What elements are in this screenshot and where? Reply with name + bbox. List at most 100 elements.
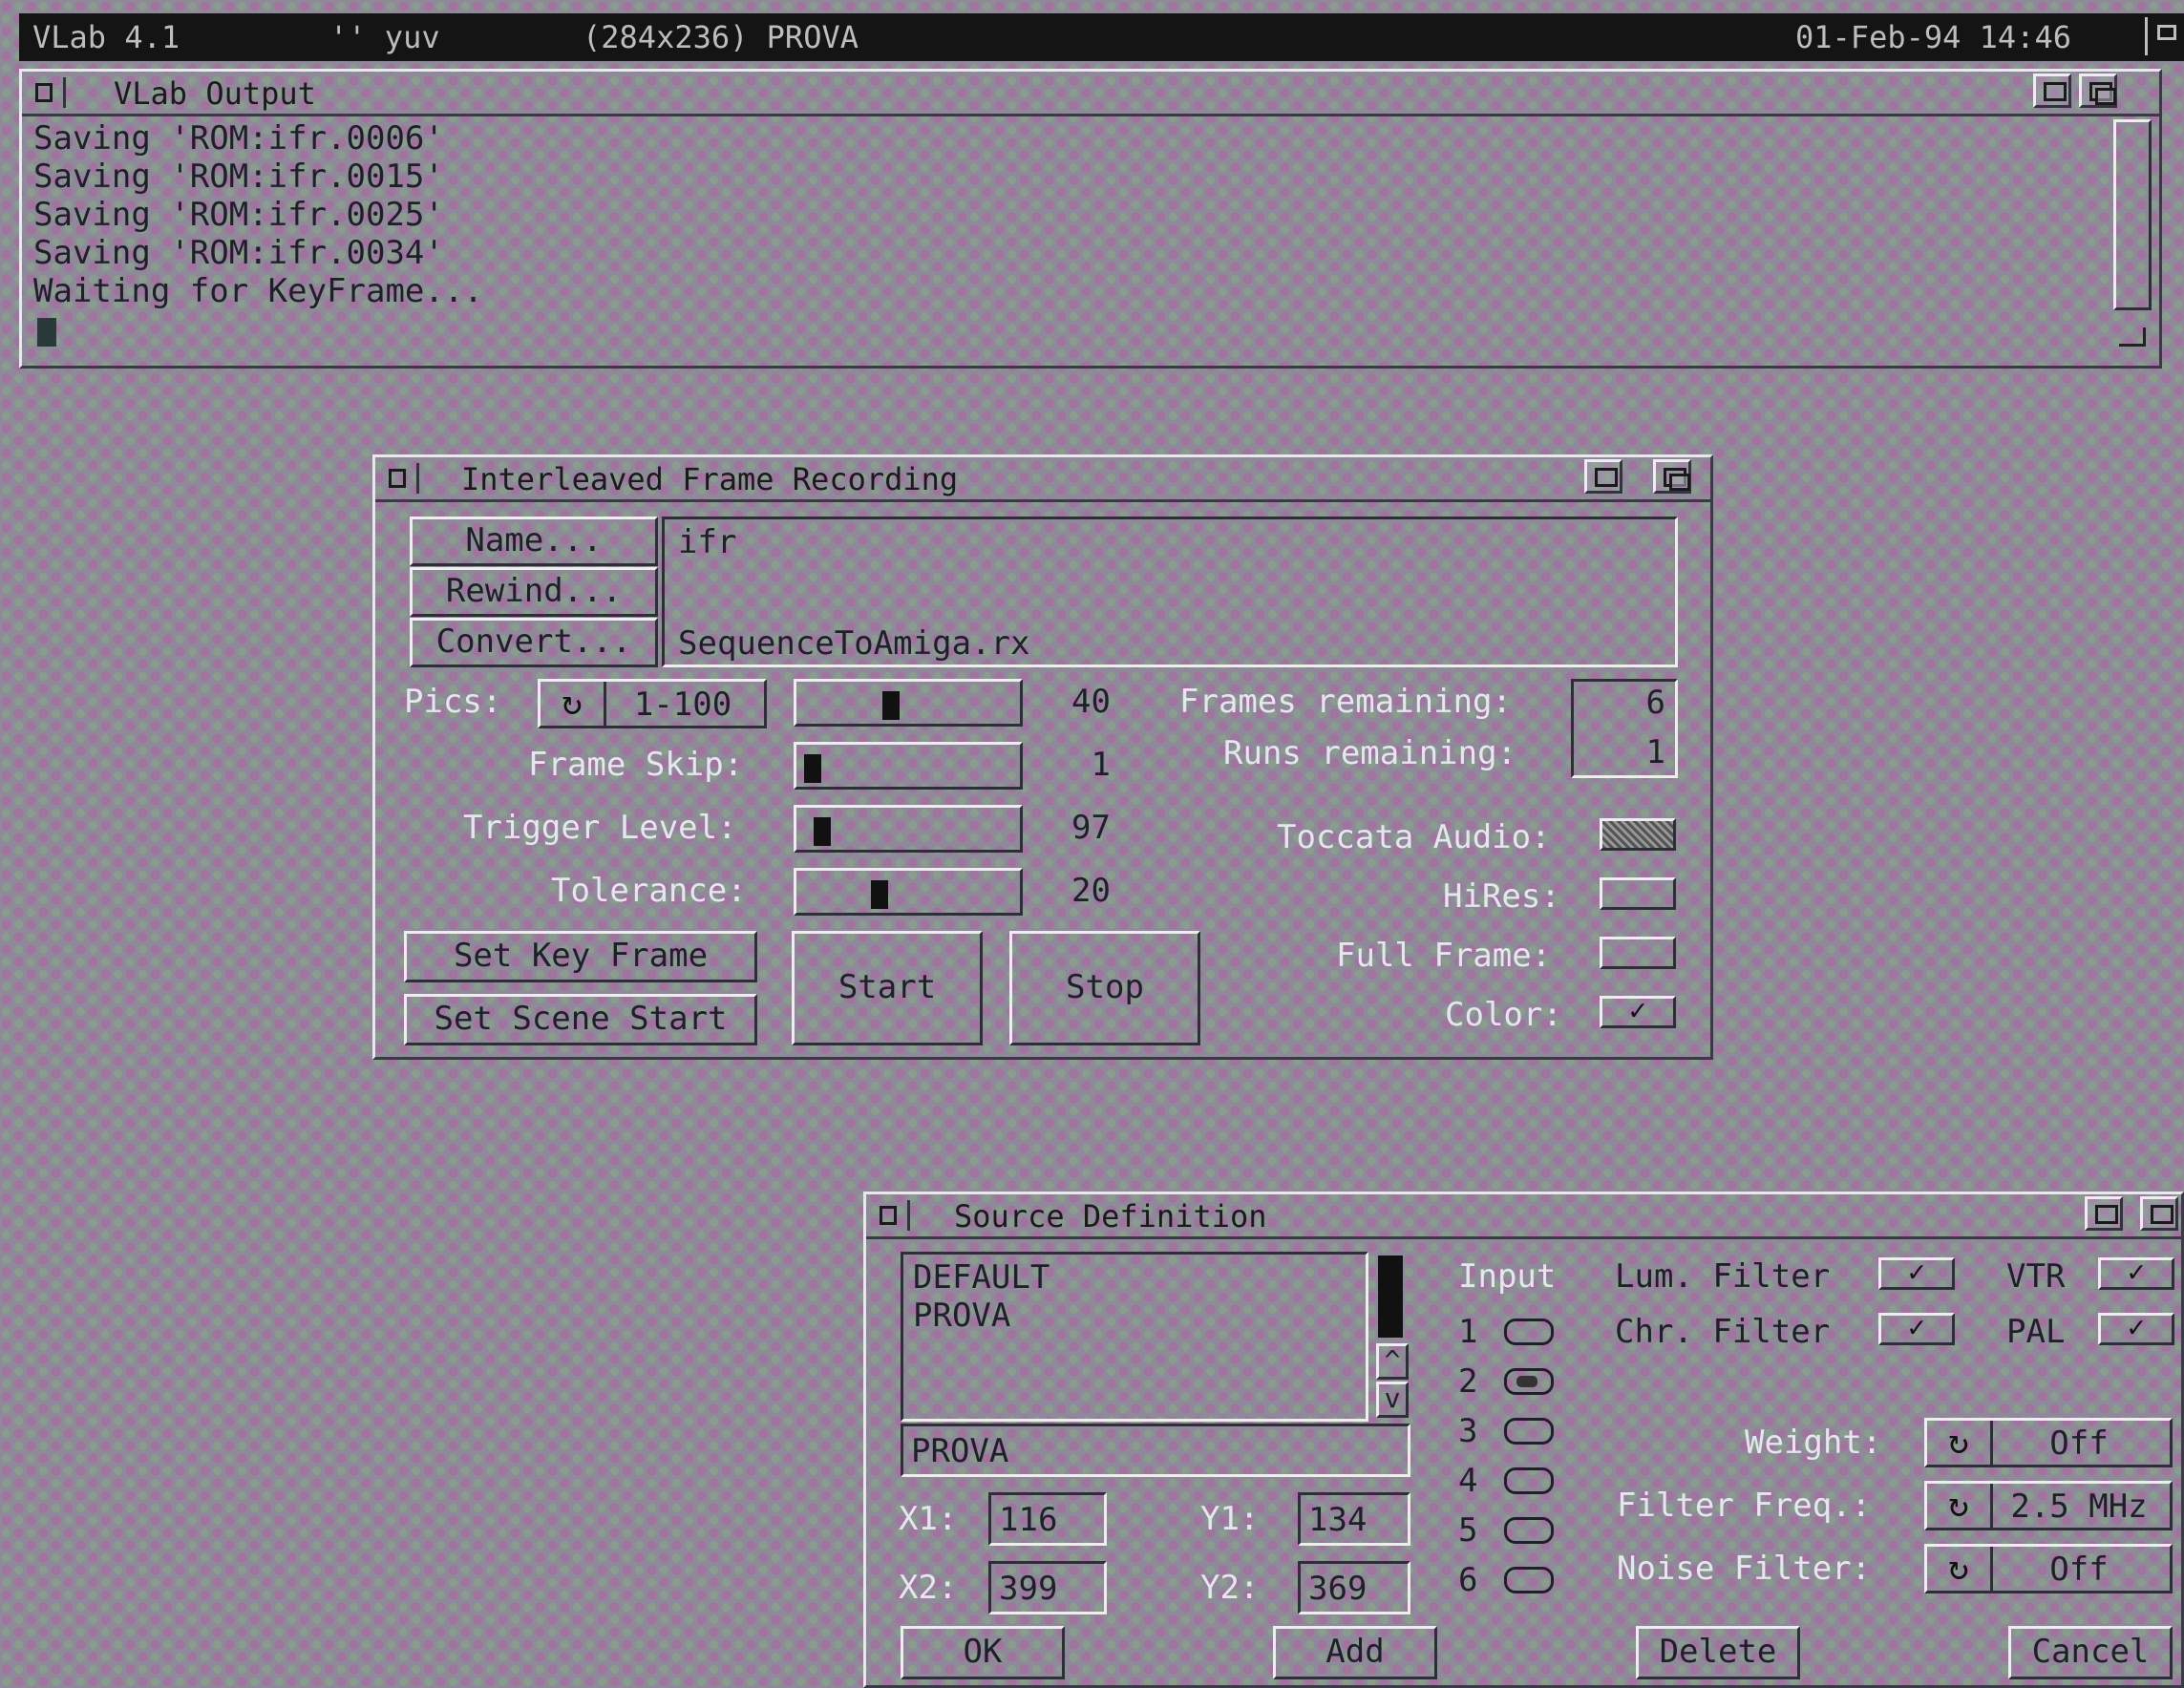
pics-cycle[interactable]: ↻ 1-100 [538, 679, 767, 728]
output-zoom-gadget[interactable] [2033, 74, 2071, 108]
source-depth-gadget[interactable] [2140, 1196, 2178, 1231]
stop-button[interactable]: Stop [1009, 931, 1200, 1045]
tolerance-slider[interactable] [794, 868, 1023, 916]
input-number: 1 [1458, 1313, 1478, 1351]
delete-button[interactable]: Delete [1636, 1626, 1800, 1679]
input-radio-1[interactable] [1504, 1319, 1554, 1345]
screen-depth-gadget[interactable] [2145, 17, 2183, 55]
close-icon [880, 1206, 897, 1225]
add-button[interactable]: Add [1273, 1626, 1437, 1679]
close-icon [35, 83, 53, 102]
cancel-button[interactable]: Cancel [2008, 1626, 2173, 1679]
pics-slider[interactable] [794, 679, 1023, 727]
text-cursor [37, 318, 56, 347]
remaining-box: 6 1 [1571, 679, 1678, 778]
resize-icon [2119, 327, 2146, 347]
tolerance-label: Tolerance: [551, 872, 747, 910]
source-close-gadget[interactable] [872, 1200, 910, 1231]
trigger-level-slider[interactable] [794, 805, 1023, 853]
convert-value: SequenceToAmiga.rx [678, 624, 1030, 663]
scroll-up-icon[interactable]: ^ [1376, 1343, 1409, 1380]
x1-field[interactable]: 116 [988, 1492, 1107, 1546]
cycle-icon: ↻ [1927, 1421, 1993, 1465]
output-scrollbar[interactable] [2113, 119, 2152, 310]
full-frame-checkbox[interactable] [1600, 937, 1676, 969]
slider-knob[interactable] [804, 754, 821, 783]
cycle-icon: ↻ [1927, 1547, 1993, 1591]
input-radio-2[interactable] [1504, 1368, 1554, 1395]
ifr-depth-gadget[interactable] [1653, 459, 1691, 494]
runs-remaining-label: Runs remaining: [1223, 734, 1517, 772]
filter-freq-cycle[interactable]: ↻ 2.5 MHz [1924, 1481, 2173, 1530]
scroll-thumb[interactable] [1378, 1255, 1403, 1338]
convert-button[interactable]: Convert... [410, 618, 658, 667]
source-title-bar[interactable]: Source Definition [866, 1194, 2181, 1239]
y1-field[interactable]: 134 [1298, 1492, 1410, 1546]
start-button[interactable]: Start [792, 931, 983, 1045]
screen-datetime: 01-Feb-94 14:46 [1795, 19, 2071, 55]
input-number: 3 [1458, 1412, 1478, 1450]
frame-skip-slider[interactable] [794, 742, 1023, 790]
set-scene-start-button[interactable]: Set Scene Start [404, 994, 757, 1045]
input-radio-6[interactable] [1504, 1567, 1554, 1593]
trigger-level-value: 97 [1071, 809, 1111, 847]
ifr-zoom-gadget[interactable] [1584, 459, 1622, 494]
vtr-checkbox[interactable]: ✓ [2098, 1257, 2174, 1290]
screen-mode: '' yuv [329, 19, 440, 55]
source-name-field[interactable]: PROVA [901, 1424, 1410, 1477]
weight-cycle[interactable]: ↻ Off [1924, 1418, 2173, 1467]
slider-knob[interactable] [882, 691, 900, 720]
noise-filter-cycle[interactable]: ↻ Off [1924, 1544, 2173, 1593]
slider-knob[interactable] [814, 817, 831, 846]
input-radio-3[interactable] [1504, 1418, 1554, 1445]
input-number: 5 [1458, 1511, 1478, 1550]
output-window: VLab Output Saving 'ROM:ifr.0006' Saving… [19, 69, 2162, 369]
pics-cycle-value: 1-100 [633, 686, 732, 724]
lum-filter-checkbox[interactable]: ✓ [1878, 1257, 1955, 1290]
toccata-audio-checkbox[interactable] [1600, 818, 1676, 851]
slider-knob[interactable] [871, 880, 888, 909]
pics-label: Pics: [404, 683, 502, 721]
output-text-area: Saving 'ROM:ifr.0006' Saving 'ROM:ifr.00… [30, 119, 2092, 358]
cycle-icon: ↻ [541, 682, 606, 726]
pal-checkbox[interactable]: ✓ [2098, 1313, 2174, 1345]
source-list[interactable]: DEFAULT PROVA [901, 1252, 1368, 1422]
filter-freq-label: Filter Freq.: [1617, 1487, 1872, 1525]
y1-label: Y1: [1200, 1500, 1260, 1538]
source-list-item[interactable]: DEFAULT [913, 1258, 1050, 1297]
ok-button[interactable]: OK [901, 1626, 1065, 1679]
set-key-frame-button[interactable]: Set Key Frame [404, 931, 757, 982]
y2-field[interactable]: 369 [1298, 1561, 1410, 1614]
output-close-gadget[interactable] [28, 77, 66, 108]
source-list-scrollbar[interactable]: ^ v [1372, 1252, 1410, 1422]
screen-app-name: VLab 4.1 [32, 19, 180, 55]
input-number: 4 [1458, 1462, 1478, 1500]
frames-remaining-label: Frames remaining: [1179, 683, 1512, 721]
chr-filter-checkbox[interactable]: ✓ [1878, 1313, 1955, 1345]
runs-remaining-value: 1 [1645, 733, 1665, 771]
resize-gadget[interactable] [2113, 318, 2152, 356]
zoom-icon [2044, 82, 2067, 101]
ifr-window: Interleaved Frame Recording Name... Rewi… [372, 454, 1713, 1060]
x2-field[interactable]: 399 [988, 1561, 1107, 1614]
hires-checkbox[interactable] [1600, 877, 1676, 910]
x1-label: X1: [899, 1500, 958, 1538]
ifr-close-gadget[interactable] [381, 463, 419, 494]
source-list-item[interactable]: PROVA [913, 1297, 1010, 1335]
ifr-title-bar[interactable]: Interleaved Frame Recording [375, 457, 1710, 502]
scroll-down-icon[interactable]: v [1376, 1382, 1409, 1418]
output-title-bar[interactable]: VLab Output [22, 72, 2159, 116]
output-line: Saving 'ROM:ifr.0034' [33, 234, 444, 272]
input-radio-4[interactable] [1504, 1467, 1554, 1494]
close-icon [389, 469, 406, 488]
color-checkbox[interactable]: ✓ [1600, 996, 1676, 1028]
output-depth-gadget[interactable] [2079, 74, 2117, 108]
x2-label: X2: [899, 1569, 958, 1607]
source-zoom-gadget[interactable] [2085, 1196, 2123, 1231]
input-radio-5[interactable] [1504, 1517, 1554, 1544]
rewind-button[interactable]: Rewind... [410, 567, 658, 617]
filter-freq-value: 2.5 MHz [2010, 1488, 2148, 1526]
name-button[interactable]: Name... [410, 517, 658, 566]
weight-label: Weight: [1745, 1424, 1882, 1462]
depth-icon [2151, 1205, 2173, 1224]
